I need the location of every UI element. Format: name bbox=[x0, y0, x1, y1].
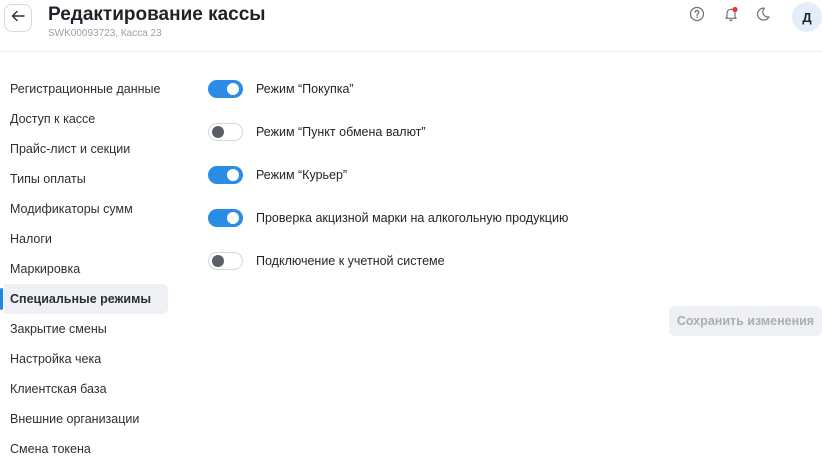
setting-row-excise-check: Проверка акцизной марки на алкогольную п… bbox=[208, 205, 568, 248]
sidebar-item-special-modes[interactable]: Специальные режимы bbox=[0, 284, 168, 314]
setting-row-currency-exchange: Режим “Пункт обмена валют” bbox=[208, 119, 568, 162]
special-modes-settings: Режим “Покупка” Режим “Пункт обмена валю… bbox=[208, 76, 568, 291]
toggle-knob bbox=[212, 255, 224, 267]
help-icon bbox=[689, 6, 705, 27]
sidebar-item-pricelist[interactable]: Прайс-лист и секции bbox=[0, 134, 170, 164]
sidebar-item-access[interactable]: Доступ к кассе bbox=[0, 104, 170, 134]
setting-label: Режим “Курьер” bbox=[256, 168, 348, 182]
page-header: Редактирование кассы SWK00093723, Касса … bbox=[0, 0, 822, 52]
bell-icon bbox=[723, 6, 739, 27]
moon-icon bbox=[755, 6, 771, 27]
back-arrow-icon bbox=[11, 9, 25, 27]
notifications-button[interactable] bbox=[720, 5, 742, 27]
currency-exchange-mode-toggle[interactable] bbox=[208, 123, 243, 141]
setting-label: Режим “Пункт обмена валют” bbox=[256, 125, 426, 139]
sidebar-item-marking[interactable]: Маркировка bbox=[0, 254, 170, 284]
toggle-knob bbox=[212, 126, 224, 138]
courier-mode-toggle[interactable] bbox=[208, 166, 243, 184]
setting-label: Подключение к учетной системе bbox=[256, 254, 445, 268]
sidebar-item-taxes[interactable]: Налоги bbox=[0, 224, 170, 254]
settings-sidebar: Регистрационные данные Доступ к кассе Пр… bbox=[0, 74, 170, 456]
theme-toggle-button[interactable] bbox=[752, 5, 774, 27]
back-button[interactable] bbox=[4, 4, 32, 32]
sidebar-item-client-base[interactable]: Клиентская база bbox=[0, 374, 170, 404]
sidebar-item-registration[interactable]: Регистрационные данные bbox=[0, 74, 170, 104]
accounting-system-toggle[interactable] bbox=[208, 252, 243, 270]
excise-check-toggle[interactable] bbox=[208, 209, 243, 227]
setting-row-accounting-system: Подключение к учетной системе bbox=[208, 248, 568, 291]
sidebar-item-payment-types[interactable]: Типы оплаты bbox=[0, 164, 170, 194]
purchase-mode-toggle[interactable] bbox=[208, 80, 243, 98]
setting-row-purchase: Режим “Покупка” bbox=[208, 76, 568, 119]
sidebar-item-shift-closing[interactable]: Закрытие смены bbox=[0, 314, 170, 344]
setting-label: Проверка акцизной марки на алкогольную п… bbox=[256, 211, 569, 225]
user-avatar[interactable]: Д bbox=[792, 2, 822, 32]
sidebar-item-external-orgs[interactable]: Внешние организации bbox=[0, 404, 170, 434]
setting-label: Режим “Покупка” bbox=[256, 82, 354, 96]
toggle-knob bbox=[227, 83, 239, 95]
save-changes-button[interactable]: Сохранить изменения bbox=[669, 306, 822, 336]
page-title: Редактирование кассы bbox=[48, 4, 266, 25]
page-subtitle: SWK00093723, Касса 23 bbox=[48, 28, 162, 39]
sidebar-item-receipt-settings[interactable]: Настройка чека bbox=[0, 344, 170, 374]
toggle-knob bbox=[227, 212, 239, 224]
help-button[interactable] bbox=[686, 5, 708, 27]
toggle-knob bbox=[227, 169, 239, 181]
sidebar-item-token-change[interactable]: Смена токена bbox=[0, 434, 170, 456]
setting-row-courier: Режим “Курьер” bbox=[208, 162, 568, 205]
sidebar-item-modifiers[interactable]: Модификаторы сумм bbox=[0, 194, 170, 224]
